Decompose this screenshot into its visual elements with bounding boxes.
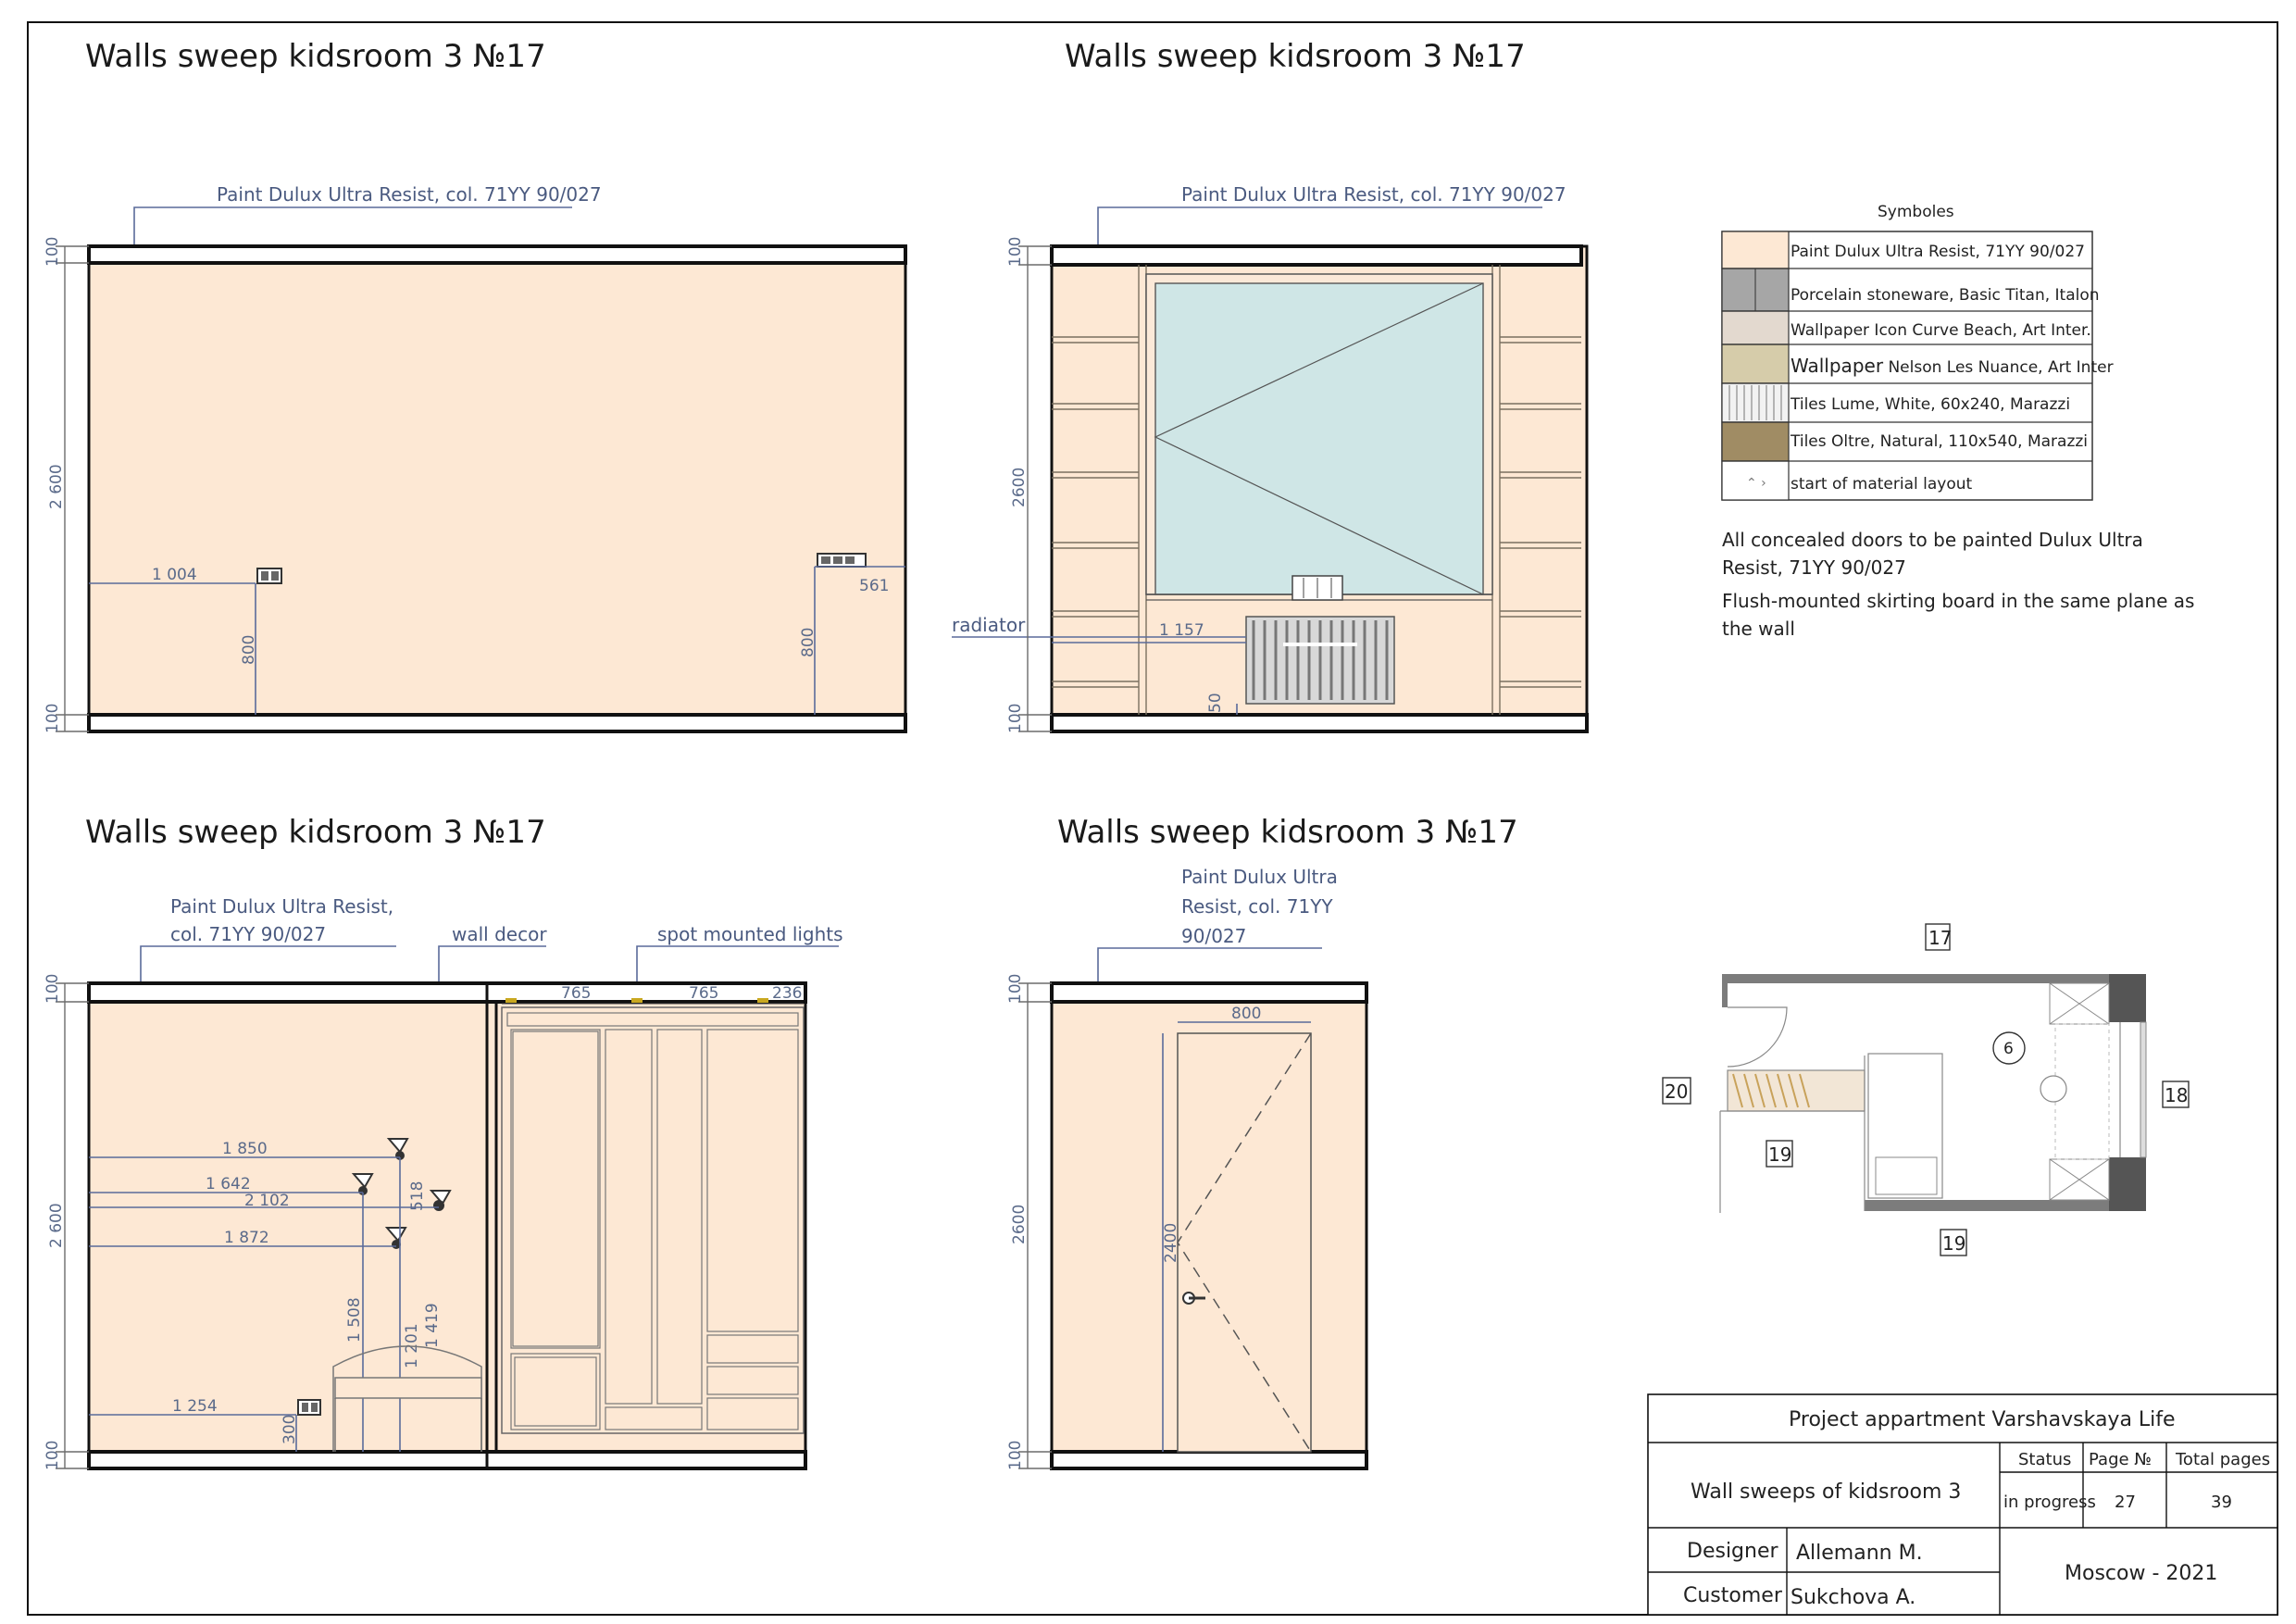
designer-label: Designer [1687,1540,1778,1563]
svg-text:765: 765 [561,984,591,1003]
view-3-title: Walls sweep kidsroom 3 №17 [85,814,546,851]
view-1: Walls sweep kidsroom 3 №17 Paint Dulux U… [44,38,907,733]
note-line-4: the wall [1722,618,1795,640]
view-3-wardrobe [501,1006,805,1434]
svg-text:2 600: 2 600 [47,464,66,509]
plan-wall-20: 20 [1665,1081,1688,1103]
svg-text:100: 100 [44,974,62,1004]
plan-wall-18: 18 [2165,1084,2188,1106]
svg-text:100: 100 [44,704,62,733]
sheet-name: Wall sweeps of kidsroom 3 [1691,1480,1961,1504]
view-2: Walls sweep kidsroom 3 №17 Paint Dulux U… [952,38,1589,733]
svg-text:1 419: 1 419 [423,1303,442,1348]
title-block: Project appartment Varshavskaya Life Wal… [1647,1393,2278,1616]
note-line-1: All concealed doors to be painted Dulux … [1722,529,2143,551]
project-name: Project appartment Varshavskaya Life [1789,1408,2176,1431]
svg-text:100: 100 [1006,237,1025,267]
customer-label: Customer [1683,1584,1783,1607]
view-2-radiator-label: radiator [952,614,1026,636]
legend-swatch-tiles-oltre [1721,421,1790,462]
svg-text:1 850: 1 850 [222,1140,268,1158]
plan-wall-19-a: 19 [1768,1143,1791,1166]
customer-value: Sukchova A. [1791,1586,1915,1609]
view-1-paint-note: Paint Dulux Ultra Resist, col. 71YY 90/0… [217,183,602,206]
view-2-paint-note: Paint Dulux Ultra Resist, col. 71YY 90/0… [1181,183,1566,206]
view-3: Walls sweep kidsroom 3 №17 Paint Dulux U… [44,814,843,1470]
view-3-spot-lights-label: spot mounted lights [657,923,843,945]
start-layout-icon: ⌃ › [1746,476,1766,491]
svg-text:100: 100 [44,1441,62,1470]
svg-text:800: 800 [1231,1005,1261,1023]
svg-text:50: 50 [1206,693,1225,713]
page-value: 27 [2115,1493,2136,1512]
note-line-2: Resist, 71YY 90/027 [1722,556,1906,579]
view-2-window-glass [1154,282,1484,595]
view-3-wall-decor-label: wall decor [452,923,547,945]
plan-wall-17: 17 [1928,927,1952,949]
svg-text:236: 236 [772,984,802,1003]
total-pages-label: Total pages [2175,1450,2270,1469]
svg-text:1 157: 1 157 [1159,621,1204,640]
svg-text:1 642: 1 642 [206,1175,251,1193]
city-year: Moscow - 2021 [2065,1562,2217,1585]
svg-text:100: 100 [44,237,62,267]
plan-marker: 6 [2003,1040,2014,1058]
designer-value: Allemann M. [1796,1542,1923,1565]
svg-text:2 102: 2 102 [244,1192,290,1210]
legend-swatch-tiles-lume [1721,382,1790,423]
svg-text:1 508: 1 508 [345,1297,364,1343]
svg-text:800: 800 [240,635,258,665]
view-4-paint-note-1: Paint Dulux Ultra [1181,866,1338,888]
legend-title: Symboles [1878,203,1954,221]
view-4-paint-note-3: 90/027 [1181,925,1246,947]
svg-text:1 004: 1 004 [152,566,197,584]
svg-text:1 254: 1 254 [172,1397,218,1416]
svg-text:300: 300 [281,1415,299,1444]
legend: Symboles ⌃ › Paint Dulux Ultra Resist, 7… [1721,203,2194,640]
legend-item-2: Porcelain stoneware, Basic Titan, Italon [1791,286,2100,305]
view-3-paint-note-1: Paint Dulux Ultra Resist, [170,895,393,918]
legend-item-4: Wallpaper Nelson Les Nuance, Art Inter [1791,355,2114,377]
view-4-door [1177,1032,1312,1453]
view-4-title: Walls sweep kidsroom 3 №17 [1057,814,1518,851]
legend-swatch-wallpaper-1 [1721,310,1790,345]
legend-item-5: Tiles Lume, White, 60x240, Marazzi [1790,395,2070,414]
svg-text:1 872: 1 872 [224,1229,269,1247]
legend-item-6: Tiles Oltre, Natural, 110x540, Marazzi [1790,432,2088,451]
legend-item-1: Paint Dulux Ultra Resist, 71YY 90/027 [1791,243,2085,261]
view-1-title: Walls sweep kidsroom 3 №17 [85,38,546,75]
plan-wall-19-b: 19 [1942,1232,1965,1255]
svg-text:100: 100 [1006,974,1025,1004]
legend-item-3: Wallpaper Icon Curve Beach, Art Inter. [1791,321,2091,340]
svg-text:561: 561 [859,577,889,595]
view-4-paint-note-2: Resist, col. 71YY [1181,895,1333,918]
view-4: Walls sweep kidsroom 3 №17 Paint Dulux U… [1006,814,1518,1470]
legend-swatch-paint [1721,231,1790,269]
total-pages-value: 39 [2211,1493,2232,1512]
drawing-sheet: Walls sweep kidsroom 3 №17 Paint Dulux U… [27,21,2278,1616]
svg-text:2600: 2600 [1010,1205,1029,1244]
svg-text:2 600: 2 600 [47,1203,66,1248]
svg-text:100: 100 [1006,704,1025,733]
note-line-3: Flush-mounted skirting board in the same… [1722,590,2194,612]
legend-item-7: start of material layout [1791,475,1973,493]
status-value: in progress [2003,1493,2096,1512]
svg-text:518: 518 [408,1181,427,1211]
view-2-title: Walls sweep kidsroom 3 №17 [1065,38,1526,75]
svg-text:2600: 2600 [1010,468,1029,507]
view-1-wall [87,244,907,733]
view-3-paint-note-2: col. 71YY 90/027 [170,923,326,945]
svg-text:100: 100 [1006,1441,1025,1470]
view-3-bed [334,1377,482,1399]
svg-text:2400: 2400 [1162,1223,1180,1263]
legend-swatch-wallpaper-2 [1721,344,1790,384]
svg-text:765: 765 [689,984,718,1003]
status-label: Status [2018,1450,2071,1469]
svg-text:800: 800 [799,628,817,657]
page-label: Page № [2089,1450,2152,1469]
key-plan: 17 20 18 19 19 6 [1662,923,2190,1256]
